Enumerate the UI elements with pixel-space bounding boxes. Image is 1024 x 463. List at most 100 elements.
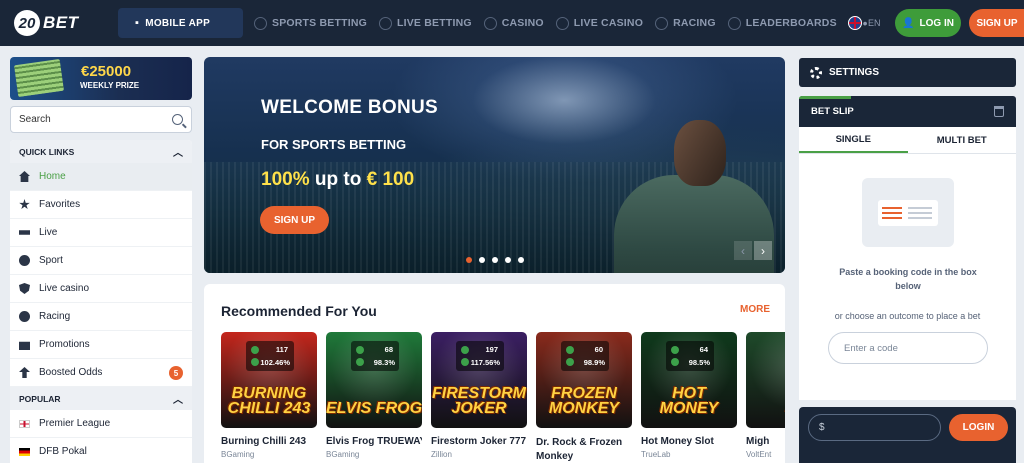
game-players: 197 [485,345,498,354]
game-thumbnail[interactable]: 64 98.5% HOT MONEY [641,332,737,428]
tab-multi-bet[interactable]: MULTI BET [908,127,1017,153]
game-provider: TrueLab [641,450,671,459]
chevron-up-icon: ︿ [173,148,183,159]
players-icon [251,346,259,354]
carousel-dot-5[interactable] [518,257,524,263]
boosted-odds-badge: 5 [169,366,183,380]
game-thumbnail[interactable]: 197 117.56% FIRESTORM JOKER [431,332,527,428]
nav-casino[interactable]: CASINO [483,16,544,30]
game-logo: FIRESTORM JOKER [432,384,526,417]
booking-code-input[interactable] [828,332,988,364]
game-name[interactable]: Elvis Frog TRUEWAYS [326,436,422,447]
game-players: 60 [594,345,603,354]
gift-icon [19,341,30,350]
language-selector[interactable]: EN [848,16,881,30]
bet-slip-header: BET SLIP [799,96,1016,127]
carousel-dot-1[interactable] [466,257,472,263]
game-thumbnail[interactable]: 117 102.46% BURNING CHILLI 243 [221,332,317,428]
recommended-more-link[interactable]: MORE [740,304,770,315]
signup-button[interactable]: SIGN UP [969,9,1024,37]
game-name[interactable]: Firestorm Joker 777 [431,436,527,447]
rtp-icon [671,358,679,366]
nav-label: LIVE BETTING [396,17,472,29]
quick-login-button[interactable]: LOGIN [949,414,1008,441]
boost-icon [19,367,30,378]
game-name[interactable]: Dr. Rock & Frozen Monkey [536,436,632,463]
popular-header[interactable]: POPULAR ︿ [10,387,192,410]
rtp-icon [566,358,574,366]
game-logo: FROZEN MONKEY [548,384,620,417]
logo[interactable]: 20 BET [10,9,88,37]
game-players: 64 [699,345,708,354]
rtp-icon [251,358,259,366]
welcome-bonus-banner[interactable]: WELCOME BONUS FOR SPORTS BETTING 100% up… [204,57,785,273]
game-card[interactable]: 60 98.9% FROZEN MONKEY Dr. Rock & Frozen Mo… [536,332,632,463]
game-name[interactable]: Migh [746,436,785,447]
sidebar-item-boosted-odds[interactable]: Boosted Odds 5 [10,359,192,387]
carousel-dot-3[interactable] [492,257,498,263]
game-thumbnail[interactable]: 68 98.3% ELVIS FROG [326,332,422,428]
login-button[interactable]: 👤 LOG IN [895,9,961,37]
hero-signup-button[interactable]: SIGN UP [260,206,329,234]
sidebar-item-premier-league[interactable]: Premier League [10,410,192,438]
shield-icon [555,16,569,30]
hero-title: WELCOME BONUS [261,97,439,118]
carousel-dot-4[interactable] [505,257,511,263]
sidebar-item-promotions[interactable]: Promotions [10,331,192,359]
star-icon [19,199,30,210]
game-thumbnail[interactable]: MI [746,332,785,428]
settings-bar[interactable]: SETTINGS [799,58,1016,87]
trash-icon[interactable] [994,106,1004,117]
soccer-ball-icon [254,16,267,30]
game-stats: 64 98.5% [666,341,714,371]
game-thumbnail[interactable]: 60 98.9% FROZEN MONKEY [536,332,632,428]
game-provider: Zillion [431,450,452,459]
game-name[interactable]: Burning Chilli 243 [221,436,317,447]
sidebar-item-live[interactable]: Live [10,219,192,247]
game-card[interactable]: 117 102.46% BURNING CHILLI 243 Burning Chil… [221,332,317,463]
money-stack-icon [13,58,65,98]
carousel-dot-2[interactable] [479,257,485,263]
nav-live-casino[interactable]: LIVE CASINO [555,16,643,30]
carousel-next-icon[interactable]: › [754,241,772,260]
trophy-icon [727,16,741,30]
game-logo: HOT MONEY [659,384,719,417]
nav-live-betting[interactable]: LIVE BETTING [378,16,472,30]
mobile-app-button[interactable]: ▪ MOBILE APP [118,8,243,38]
search-input[interactable] [19,114,172,125]
england-flag-icon [19,419,30,428]
quick-links-header[interactable]: QUICK LINKS ︿ [10,140,192,163]
nav-sports-betting[interactable]: SPORTS BETTING [254,16,367,30]
sidebar-item-sport[interactable]: Sport [10,247,192,275]
search-icon[interactable] [172,114,183,125]
game-card[interactable]: MI Migh VoltEnt [746,332,785,463]
game-card[interactable]: 197 117.56% FIRESTORM JOKER Firestorm Joker… [431,332,527,463]
sidebar-item-racing[interactable]: Racing [10,303,192,331]
game-card[interactable]: 68 98.3% ELVIS FROG Elvis Frog TRUEWAYS BGam… [326,332,422,463]
nav-leaderboards[interactable]: LEADERBOARDS [727,16,837,30]
rtp-icon [461,358,469,366]
tab-single[interactable]: SINGLE [799,127,908,153]
sidebar-item-favorites[interactable]: Favorites [10,191,192,219]
game-rtp: 98.5% [688,358,710,367]
game-players: 68 [384,345,393,354]
nav-racing[interactable]: RACING [655,16,716,30]
amount-input[interactable] [808,414,941,441]
login-label: LOG IN [919,17,954,29]
game-card[interactable]: 64 98.5% HOT MONEY Hot Money Slot TrueLab [641,332,737,463]
recommended-title: Recommended For You [221,303,377,319]
weekly-prize-banner[interactable]: €25000 WEEKLY PRIZE [10,57,192,100]
roulette-icon [483,16,497,30]
game-name[interactable]: Hot Money Slot [641,436,737,447]
home-icon [19,171,30,182]
user-icon: 👤 [902,17,915,29]
sidebar-item-live-casino[interactable]: Live casino [10,275,192,303]
carousel-prev-icon[interactable]: ‹ [734,241,752,260]
sidebar-item-label: Racing [39,311,71,322]
main-nav: SPORTS BETTING LIVE BETTING CASINO LIVE … [254,0,870,46]
sidebar-item-home[interactable]: Home [10,163,192,191]
mobile-app-label: MOBILE APP [145,17,211,29]
quick-login-bar: LOGIN [799,407,1016,463]
game-stats: 60 98.9% [561,341,609,371]
sidebar-item-dfb-pokal[interactable]: DFB Pokal [10,438,192,463]
